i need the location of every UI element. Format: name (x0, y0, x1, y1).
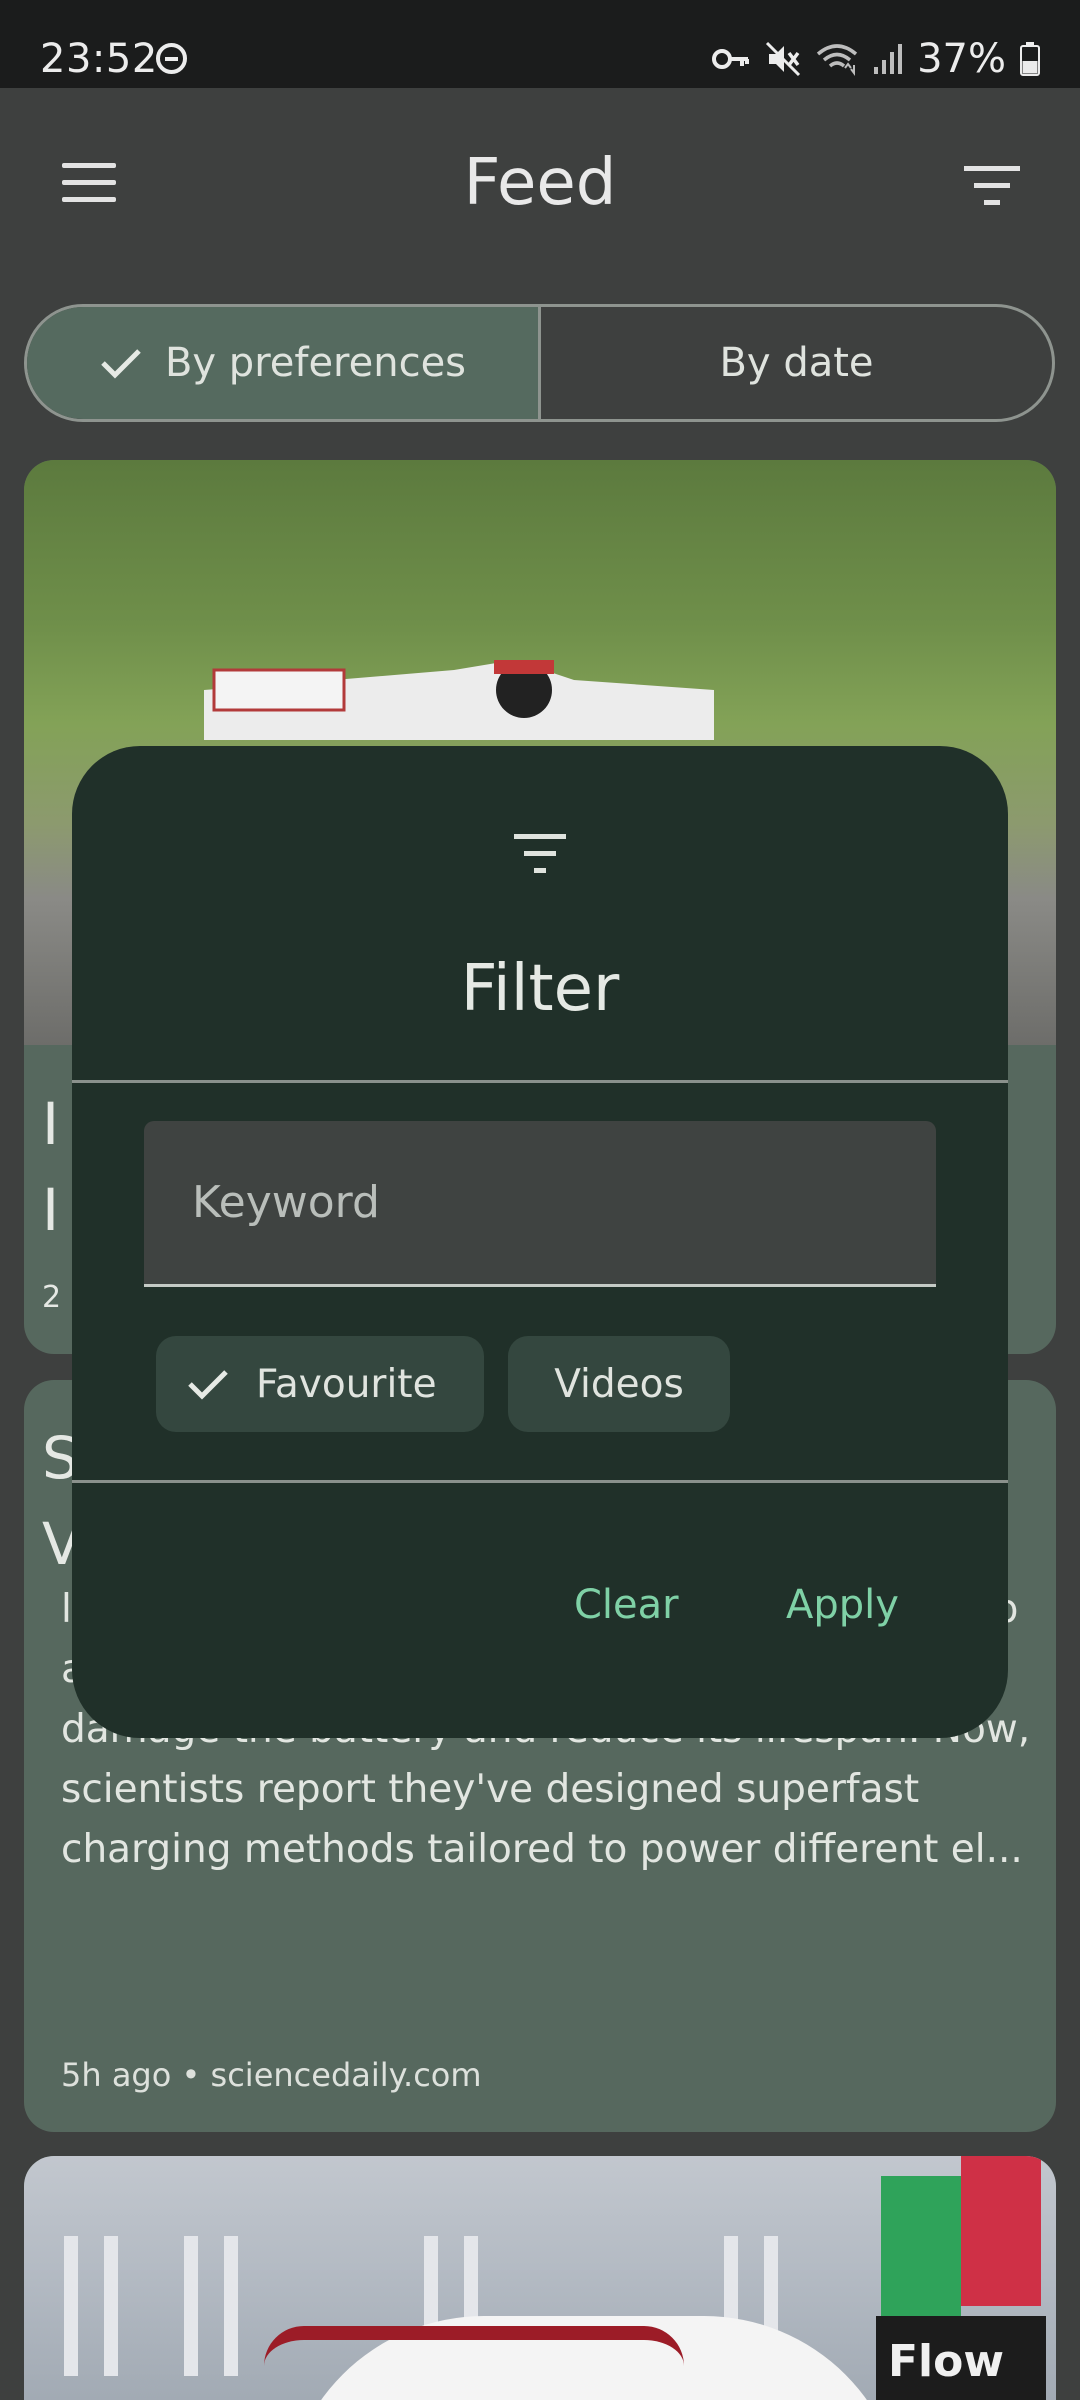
filter-dialog: Filter Favourite Videos Clear Apply (72, 746, 1008, 1738)
keyword-field[interactable] (144, 1121, 936, 1287)
check-icon (188, 1370, 228, 1400)
status-bar: 23:52 37% (0, 0, 1080, 88)
status-icons: 37% (711, 36, 1040, 82)
do-not-disturb-icon (156, 43, 187, 74)
car-stripe (264, 2326, 684, 2366)
article-meta: 5h ago • sciencedaily.com (61, 2056, 482, 2094)
racing-car-image (204, 660, 714, 740)
card-meta-partial: 2 (42, 1280, 62, 1315)
mute-icon (766, 41, 801, 77)
chip-videos[interactable]: Videos (508, 1336, 730, 1432)
check-icon (101, 349, 141, 379)
status-time: 23:52 (40, 36, 158, 82)
page-title: Feed (463, 146, 617, 220)
article-image: Flow (24, 2156, 1056, 2400)
keyword-input[interactable] (144, 1121, 936, 1284)
divider (72, 1080, 1008, 1083)
apply-button[interactable]: Apply (786, 1582, 899, 1628)
vpn-key-icon (712, 49, 750, 69)
sort-label: By date (719, 340, 874, 386)
battery-percent: 37% (917, 36, 1006, 82)
divider (72, 1480, 1008, 1483)
card-title-partial: I (42, 1176, 60, 1244)
feed-card[interactable]: Flow (24, 2156, 1056, 2400)
filter-icon[interactable] (952, 156, 1032, 216)
sort-toggle: By preferences By date (24, 304, 1055, 422)
filter-icon (514, 834, 566, 873)
chip-label: Videos (554, 1361, 684, 1407)
store-sign: Flow (876, 2316, 1046, 2400)
wifi-icon (816, 44, 858, 76)
chip-label: Favourite (256, 1361, 437, 1407)
dialog-title: Filter (460, 952, 620, 1026)
card-title-partial: I (42, 1090, 60, 1158)
banner-red (961, 2156, 1041, 2306)
clear-button[interactable]: Clear (574, 1582, 679, 1628)
banner-green (881, 2176, 961, 2316)
battery-icon (1020, 42, 1040, 76)
chip-favourite[interactable]: Favourite (156, 1336, 484, 1432)
sort-by-preferences[interactable]: By preferences (27, 307, 541, 419)
sort-by-date[interactable]: By date (541, 307, 1052, 419)
app-bar: Feed (0, 88, 1080, 278)
signal-icon (874, 44, 903, 74)
sort-label: By preferences (164, 340, 467, 386)
